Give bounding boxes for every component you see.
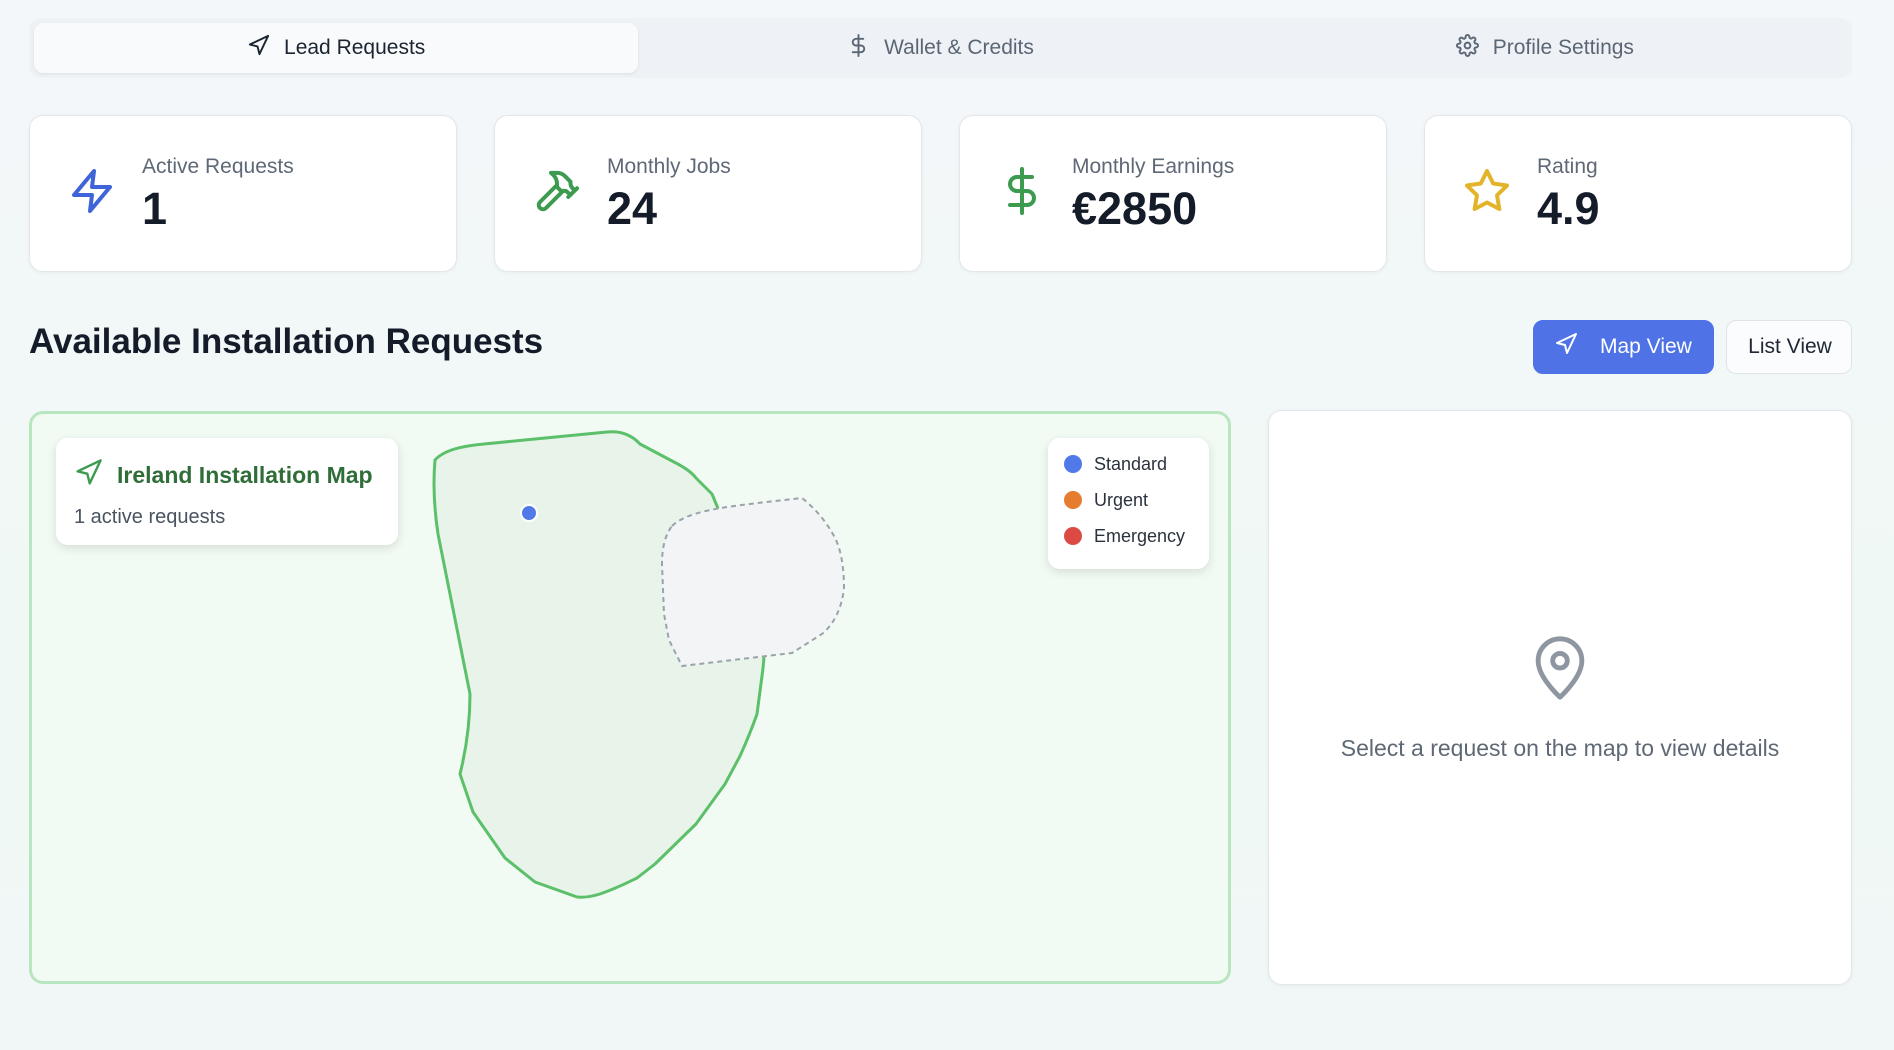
star-icon — [1463, 167, 1511, 220]
navigation-icon — [247, 34, 270, 63]
stat-label: Monthly Earnings — [1072, 154, 1235, 178]
map-info-card: Ireland Installation Map 1 active reques… — [56, 438, 398, 545]
lightning-icon — [68, 167, 116, 220]
legend-item-standard: Standard — [1064, 452, 1193, 476]
map-marker-standard[interactable] — [520, 504, 538, 522]
urgent-dot-icon — [1064, 491, 1082, 509]
stat-value: 4.9 — [1537, 182, 1600, 234]
stat-value: 1 — [142, 182, 168, 234]
stats-row: Active Requests 1 Monthly Jobs 24 Monthl… — [29, 115, 1852, 272]
tab-label: Wallet & Credits — [884, 36, 1034, 59]
legend-label: Emergency — [1094, 525, 1186, 546]
dollar-icon — [847, 33, 870, 63]
stat-card-monthly-jobs: Monthly Jobs 24 — [494, 115, 922, 272]
details-hint: Select a request on the map to view deta… — [1340, 734, 1780, 761]
stat-label: Rating — [1537, 154, 1598, 178]
stat-label: Monthly Jobs — [607, 154, 731, 178]
section-title: Available Installation Requests — [29, 322, 544, 361]
view-toggle: Map View List View — [1533, 320, 1852, 374]
map-region-ireland — [432, 430, 766, 899]
map-subtitle: 1 active requests — [74, 506, 226, 528]
tab-label: Lead Requests — [284, 36, 426, 59]
map-legend: Standard Urgent Emergency — [1048, 438, 1209, 569]
gear-icon — [1455, 33, 1479, 63]
list-view-label: List View — [1748, 335, 1832, 358]
hammer-icon — [533, 167, 581, 220]
legend-label: Urgent — [1094, 489, 1149, 510]
stat-label: Active Requests — [142, 154, 294, 178]
legend-item-emergency: Emergency — [1064, 524, 1193, 548]
navigation-icon — [74, 458, 103, 492]
stat-value: 24 — [607, 182, 658, 234]
main-tab-bar: Lead Requests Wallet & Credits Profile S… — [29, 18, 1852, 78]
map-pin-icon — [1530, 634, 1590, 707]
tab-label: Profile Settings — [1492, 36, 1634, 59]
map-region-north — [660, 496, 846, 668]
map-title: Ireland Installation Map — [117, 461, 373, 488]
tab-wallet-credits[interactable]: Wallet & Credits — [638, 23, 1242, 73]
stat-value: €2850 — [1072, 182, 1198, 234]
tab-profile-settings[interactable]: Profile Settings — [1243, 23, 1847, 73]
legend-item-urgent: Urgent — [1064, 488, 1193, 512]
stat-card-rating: Rating 4.9 — [1424, 115, 1852, 272]
stat-card-monthly-earnings: Monthly Earnings €2850 — [959, 115, 1387, 272]
request-details-panel: Select a request on the map to view deta… — [1268, 410, 1852, 985]
list-view-button[interactable]: List View — [1726, 320, 1852, 374]
dollar-icon — [998, 167, 1046, 220]
emergency-dot-icon — [1064, 527, 1082, 545]
legend-label: Standard — [1094, 453, 1168, 474]
navigation-icon — [1554, 332, 1578, 362]
tab-lead-requests[interactable]: Lead Requests — [34, 23, 639, 73]
standard-dot-icon — [1064, 455, 1082, 473]
map-view-label: Map View — [1600, 335, 1692, 358]
map-view-button[interactable]: Map View — [1533, 320, 1714, 374]
stat-card-active-requests: Active Requests 1 — [29, 115, 457, 272]
map-panel[interactable]: Ireland Installation Map 1 active reques… — [29, 411, 1231, 984]
